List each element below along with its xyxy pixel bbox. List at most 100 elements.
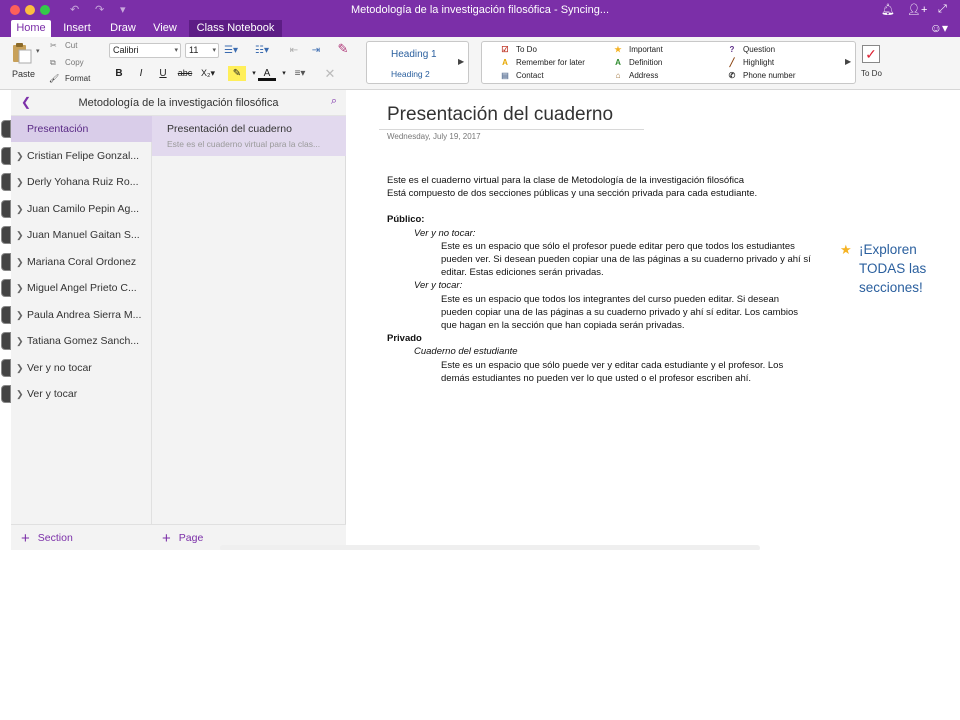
fullscreen-icon[interactable]: ⤢	[938, 3, 947, 16]
style-heading-1[interactable]: Heading 1	[391, 49, 437, 60]
section-item[interactable]: ❯ Miguel Angel Prieto C...	[11, 275, 152, 301]
note-line[interactable]: Este es el cuaderno virtual para la clas…	[387, 174, 744, 187]
tab-view[interactable]: View	[147, 20, 183, 37]
note-line[interactable]: Este es un espacio que sólo el profesor …	[441, 240, 795, 253]
strikethrough-button[interactable]: abc	[176, 66, 194, 81]
section-item-ver-y-no-tocar[interactable]: ❯ Ver y no tocar	[11, 355, 152, 381]
decrease-indent-icon[interactable]: ⇤	[285, 43, 303, 58]
underline-button[interactable]: U	[154, 66, 172, 81]
chevron-right-icon: ❯	[16, 257, 24, 267]
section-item[interactable]: ❯ Mariana Coral Ordonez	[11, 249, 152, 275]
section-item-presentacion[interactable]: ❯Presentación	[11, 116, 152, 142]
tag-contact[interactable]: ▤ Contact	[499, 71, 543, 80]
tab-class-notebook[interactable]: Class Notebook	[189, 20, 282, 37]
note-subheading[interactable]: Ver y tocar:	[414, 279, 462, 292]
tag-phone[interactable]: ✆ Phone number	[726, 71, 796, 80]
styles-more-icon[interactable]: ▶	[458, 57, 464, 66]
delete-icon[interactable]: ✕	[321, 66, 339, 81]
note-line[interactable]: demás estudiantes no pueden ver lo que u…	[441, 372, 751, 385]
note-subheading[interactable]: Cuaderno del estudiante	[414, 345, 518, 358]
note-line[interactable]: pueden copiar una de las páginas a su cu…	[441, 306, 798, 319]
add-section-button[interactable]: + Section	[11, 524, 152, 550]
increase-indent-icon[interactable]: ⇥	[307, 43, 325, 58]
tag-address[interactable]: ⌂ Address	[612, 71, 659, 80]
note-line[interactable]: Está compuesto de dos secciones públicas…	[387, 187, 757, 200]
tag-remember[interactable]: A Remember for later	[499, 58, 585, 67]
search-icon[interactable]: ⌕	[331, 95, 337, 108]
highlight-color-icon[interactable]: ✎	[228, 66, 246, 81]
note-line[interactable]: editar. Estas ediciones serán privadas.	[441, 266, 604, 279]
tag-definition[interactable]: A Definition	[612, 58, 662, 67]
font-name-select[interactable]: Calibri ▾	[109, 43, 181, 58]
feedback-smiley-icon[interactable]: ☺▾	[930, 21, 948, 35]
star-icon: ★	[840, 242, 852, 257]
chevron-right-icon: ❯	[16, 204, 24, 214]
font-color-icon[interactable]: A	[258, 66, 276, 81]
tag-question[interactable]: ? Question	[726, 45, 775, 54]
align-icon[interactable]: ≡▾	[291, 66, 309, 81]
style-heading-2[interactable]: Heading 2	[391, 69, 430, 79]
chevron-right-icon: ❯	[16, 230, 24, 240]
tag-highlight[interactable]: ╱ Highlight	[726, 58, 775, 67]
star-icon: ★	[614, 45, 622, 54]
subscript-icon[interactable]: X₂▾	[199, 66, 217, 81]
section-item[interactable]: ❯ Cristian Felipe Gonzal...	[11, 143, 152, 169]
page-title[interactable]: Presentación del cuaderno	[387, 104, 613, 126]
note-subheading[interactable]: Ver y no tocar:	[414, 227, 475, 240]
tags-gallery[interactable]: ☑ To Do ★ Important ? Question A Remember fo…	[481, 41, 856, 84]
paste-label[interactable]: Paste	[12, 69, 35, 79]
clear-formatting-icon[interactable]: ✎	[334, 41, 352, 56]
font-size-select[interactable]: 11 ▾	[185, 43, 219, 58]
tags-more-icon[interactable]: ▶	[845, 57, 851, 66]
chevron-right-icon: ❯	[16, 177, 24, 187]
note-heading-privado[interactable]: Privado	[387, 332, 422, 345]
section-item-ver-y-tocar[interactable]: ❯ Ver y tocar	[11, 381, 152, 407]
highlight-note[interactable]: ¡Exploren TODAS las secciones!	[859, 240, 955, 297]
tab-draw[interactable]: Draw	[104, 20, 142, 37]
styles-gallery[interactable]: Heading 1 Heading 2 ▶	[366, 41, 469, 84]
scissors-icon[interactable]: ✂	[50, 41, 57, 50]
page-item[interactable]: Presentación del cuaderno Este es el cua…	[152, 116, 346, 156]
copy-icon[interactable]: ⧉	[50, 58, 56, 68]
clipboard-icon[interactable]	[12, 42, 32, 64]
tag-todo[interactable]: ☑ To Do	[499, 45, 537, 54]
section-item[interactable]: ❯ Derly Yohana Ruiz Ro...	[11, 169, 152, 195]
note-line[interactable]: Este es un espacio que sólo puede ver y …	[441, 359, 783, 372]
cut-label[interactable]: Cut	[65, 41, 77, 50]
section-item[interactable]: ❯ Juan Camilo Pepin Ag...	[11, 196, 152, 222]
tab-insert[interactable]: Insert	[56, 20, 98, 37]
bullet-list-icon[interactable]: ☰▾	[222, 43, 240, 58]
notebook-title[interactable]: Metodología de la investigación filosófi…	[11, 97, 346, 109]
note-line[interactable]: que hagan en la sección que han copiada …	[441, 319, 684, 332]
todo-tag-button[interactable]: ✓	[862, 45, 880, 63]
question-icon: ?	[729, 45, 735, 54]
todo-tag-label[interactable]: To Do	[861, 69, 882, 78]
tag-important[interactable]: ★ Important	[612, 45, 662, 54]
contact-icon: ▤	[501, 71, 509, 80]
title-divider	[379, 129, 644, 130]
tab-home[interactable]: Home	[11, 20, 51, 37]
note-heading-publico[interactable]: Público:	[387, 213, 424, 226]
format-label[interactable]: Format	[65, 74, 90, 83]
paste-dropdown-icon[interactable]: ▾	[36, 47, 40, 55]
bold-button[interactable]: B	[110, 66, 128, 81]
share-icon[interactable]: 👤︎+	[907, 3, 927, 16]
note-line[interactable]: pueden ver. Si desean pueden copiar una …	[441, 253, 811, 266]
italic-button[interactable]: I	[132, 66, 150, 81]
chevron-right-icon: ❯	[16, 363, 24, 373]
notebook-header: ❮ Metodología de la investigación filosó…	[11, 90, 346, 116]
ribbon-tabs: Home Insert Draw View Class Notebook ☺▾	[0, 20, 960, 37]
numbered-list-icon[interactable]: ☷▾	[253, 43, 271, 58]
section-item[interactable]: ❯ Paula Andrea Sierra M...	[11, 302, 152, 328]
format-painter-icon[interactable]: 🖌︎	[49, 74, 59, 83]
note-line[interactable]: Este es un espacio que todos los integra…	[441, 293, 779, 306]
notifications-icon[interactable]: 🔔︎	[881, 3, 895, 16]
copy-label[interactable]: Copy	[65, 58, 84, 67]
section-item[interactable]: ❯ Juan Manuel Gaitan S...	[11, 222, 152, 248]
scroll-shadow	[220, 545, 760, 550]
spiral-ring	[1, 385, 11, 403]
section-item[interactable]: ❯ Tatiana Gomez Sanch...	[11, 328, 152, 354]
remember-icon: A	[502, 58, 508, 67]
page-canvas[interactable]: Presentación del cuaderno Wednesday, Jul…	[346, 90, 960, 550]
chevron-right-icon: ❯	[16, 389, 24, 399]
